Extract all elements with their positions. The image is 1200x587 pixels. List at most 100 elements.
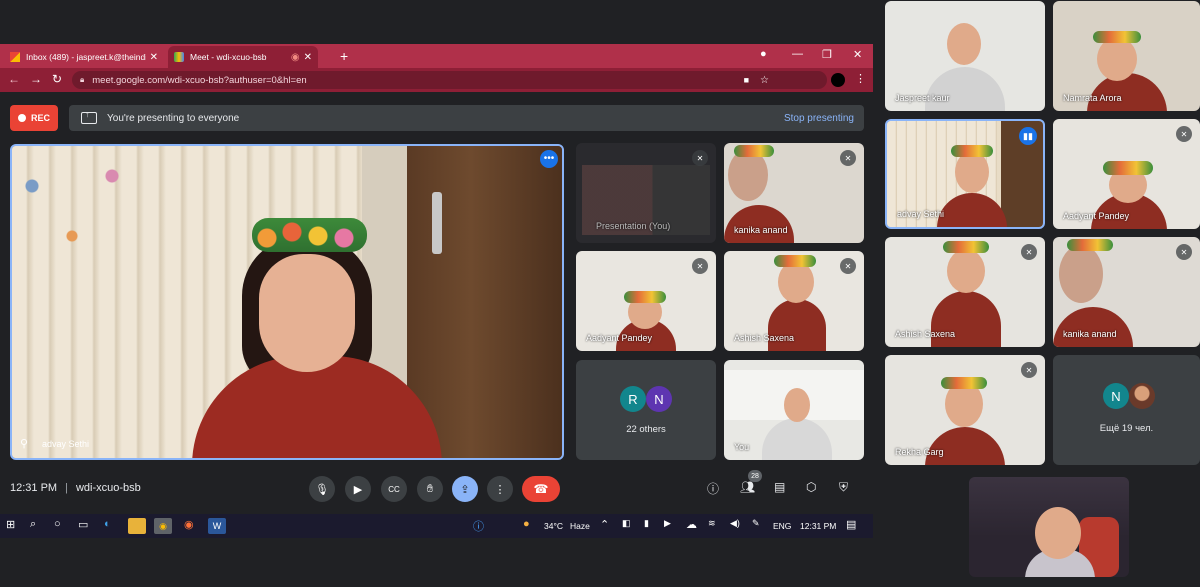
tile-namrata-arora[interactable]: Namrata Arora (1053, 1, 1200, 111)
tab-meet-title: Meet - wdi-xcuo-bsb (190, 52, 267, 62)
close-window-icon[interactable]: ✕ (853, 48, 862, 61)
tile-ashish-saxena[interactable]: ✕ Ashish Saxena (724, 251, 864, 351)
url-text: meet.google.com/wdi-xcuo-bsb?authuser=0&… (92, 74, 307, 86)
maximize-icon[interactable]: ❐ (822, 48, 832, 61)
file-explorer-icon[interactable] (128, 518, 146, 534)
tab-meet[interactable]: Meet - wdi-xcuo-bsb ◉ ✕ (168, 46, 318, 68)
participant-name: Aadyant Pandey (1063, 211, 1130, 221)
tile-aadyant-pandey[interactable]: ✕ Aadyant Pandey (576, 251, 716, 351)
more-options-button[interactable]: ⋮ (487, 476, 513, 502)
tile-rekha-garg[interactable]: ✕ Rekha Garg (885, 355, 1045, 465)
present-now-button[interactable]: ⇪ (452, 476, 478, 502)
notifications-icon[interactable]: ▤ (846, 518, 856, 531)
search-icon[interactable]: ⌕ (30, 518, 36, 531)
new-tab-button[interactable]: + (340, 48, 348, 64)
reload-icon[interactable]: ↻ (52, 72, 62, 86)
participant-name: You (734, 442, 750, 452)
tile-more-participants[interactable]: N Ещё 19 чел. (1053, 355, 1200, 465)
presenting-text: You're presenting to everyone (107, 112, 240, 124)
person-face (259, 254, 355, 372)
meet-tray-icon[interactable]: ◧ (622, 518, 631, 529)
minimize-icon[interactable]: — (792, 48, 803, 60)
word-icon[interactable]: W (208, 518, 226, 534)
mic-off-icon: ✕ (840, 258, 856, 274)
lock-icon[interactable]: 🔒︎ (80, 75, 84, 85)
close-tab-icon[interactable]: ✕ (304, 52, 312, 63)
chrome-icon[interactable]: ◉ (154, 518, 172, 534)
main-video-advay[interactable]: ⚲ advay Sethi ••• (10, 144, 564, 460)
presenting-banner: You're presenting to everyone Stop prese… (69, 105, 864, 131)
camera-tray-icon[interactable]: ▶ (664, 518, 671, 529)
taskbar-clock[interactable]: 12:31 PM (800, 521, 836, 531)
task-view-icon[interactable]: ▭ (78, 518, 88, 531)
close-tab-icon[interactable]: ✕ (150, 52, 158, 63)
chrome-menu-icon[interactable]: ⋮ (855, 72, 866, 85)
participant-name: Ashish Saxena (895, 329, 956, 339)
separator: | (65, 482, 68, 494)
participant-name: advay Sethi (42, 439, 90, 449)
firefox-icon[interactable]: ◉ (184, 518, 194, 531)
participant-name: Namrata Arora (1063, 93, 1122, 103)
more-options-icon[interactable]: ••• (540, 150, 558, 168)
mic-off-icon: ✕ (1021, 362, 1037, 378)
microphone-button[interactable]: 🎙︎ (309, 476, 335, 502)
chevron-up-icon[interactable]: ⌃ (600, 518, 609, 531)
camera-in-use-icon[interactable]: ■ (744, 75, 749, 85)
tile-kanika-anand[interactable]: ✕ kanika anand (724, 143, 864, 243)
tile-presentation[interactable]: ✕ Presentation (You) (576, 143, 716, 243)
raise-hand-button[interactable]: ✋︎ (417, 476, 443, 502)
tab-gmail[interactable]: Inbox (489) - jaspreet.k@theindia ✕ (4, 46, 164, 68)
speaking-indicator-icon: ▮▮ (1019, 127, 1037, 145)
meeting-details-icon[interactable]: ⓘ (707, 480, 719, 497)
meeting-time-and-code: 12:31 PM | wdi-xcuo-bsb (10, 482, 141, 494)
profile-avatar[interactable] (831, 73, 845, 87)
forward-icon[interactable]: → (30, 72, 42, 86)
browser-window-chrome: Inbox (489) - jaspreet.k@theindia ✕ Meet… (0, 44, 873, 92)
participant-name: advay Sethi (897, 209, 945, 219)
tile-others[interactable]: R N 22 others (576, 360, 716, 460)
tile-ashish-saxena-right[interactable]: ✕ Ashish Saxena (885, 237, 1045, 347)
gmail-icon (10, 52, 20, 62)
host-controls-icon[interactable]: ⛨ (839, 480, 848, 495)
language-indicator[interactable]: ENG (773, 521, 791, 531)
leave-call-button[interactable]: ☎︎ (522, 476, 560, 502)
cortana-icon[interactable]: ○ (54, 518, 61, 530)
volume-icon[interactable]: ◀) (730, 518, 740, 529)
stop-presenting-button[interactable]: Stop presenting (784, 113, 854, 124)
back-icon[interactable]: ← (8, 72, 20, 86)
meeting-code: wdi-xcuo-bsb (75, 482, 141, 494)
participant-name: kanika anand (1063, 329, 1117, 339)
weather-text[interactable]: Haze (570, 521, 590, 531)
weather-temp[interactable]: 34°C (544, 521, 563, 531)
flower-crown (252, 218, 367, 252)
pen-icon[interactable]: ✎ (752, 518, 760, 529)
pin-icon[interactable]: ⚲ (20, 437, 28, 450)
address-bar[interactable]: 🔒︎ meet.google.com/wdi-xcuo-bsb?authuser… (72, 71, 827, 89)
chat-icon[interactable]: ▤ (774, 480, 785, 494)
edge-icon[interactable]: ◐ (104, 518, 111, 530)
mic-tray-icon[interactable]: ▮ (644, 518, 649, 529)
recording-badge[interactable]: REC (10, 105, 58, 131)
tile-advay-sethi[interactable]: ▮▮ advay Sethi (885, 119, 1045, 229)
onedrive-icon[interactable]: ☁ (686, 518, 697, 531)
self-view[interactable]: Вы (969, 477, 1129, 577)
windows-start-icon[interactable]: ⊞ (6, 518, 15, 531)
tile-you[interactable]: You (724, 360, 864, 460)
bookmark-star-icon[interactable]: ☆ (760, 75, 769, 86)
activities-icon[interactable]: ⬡ (806, 480, 816, 494)
participant-name: kanika anand (734, 225, 788, 235)
tile-kanika-anand-right[interactable]: ✕ kanika anand (1053, 237, 1200, 347)
weather-icon: ● (523, 518, 530, 530)
camera-button[interactable]: ▶ (345, 476, 371, 502)
wifi-icon[interactable]: ≋ (708, 518, 716, 529)
people-icon[interactable]: 👥︎ (740, 480, 755, 494)
others-count: 22 others (626, 424, 666, 435)
tile-aadyant-pandey-right[interactable]: ✕ Aadyant Pandey (1053, 119, 1200, 229)
profile-dropdown-icon[interactable]: ● (760, 48, 767, 60)
tab-gmail-title: Inbox (489) - jaspreet.k@theindia (26, 52, 146, 62)
captions-button[interactable]: CC (381, 476, 407, 502)
windows-taskbar: ⊞ ⌕ ○ ▭ ◐ ◉ ◉ W ⓘ ● 34°C Haze ⌃ ◧ ▮ ▶ ☁ … (0, 514, 873, 538)
tile-jaspreet-kaur[interactable]: Jaspreet kaur (885, 1, 1045, 111)
help-icon[interactable]: ⓘ (473, 518, 484, 534)
participant-name: Jaspreet kaur (895, 93, 950, 103)
